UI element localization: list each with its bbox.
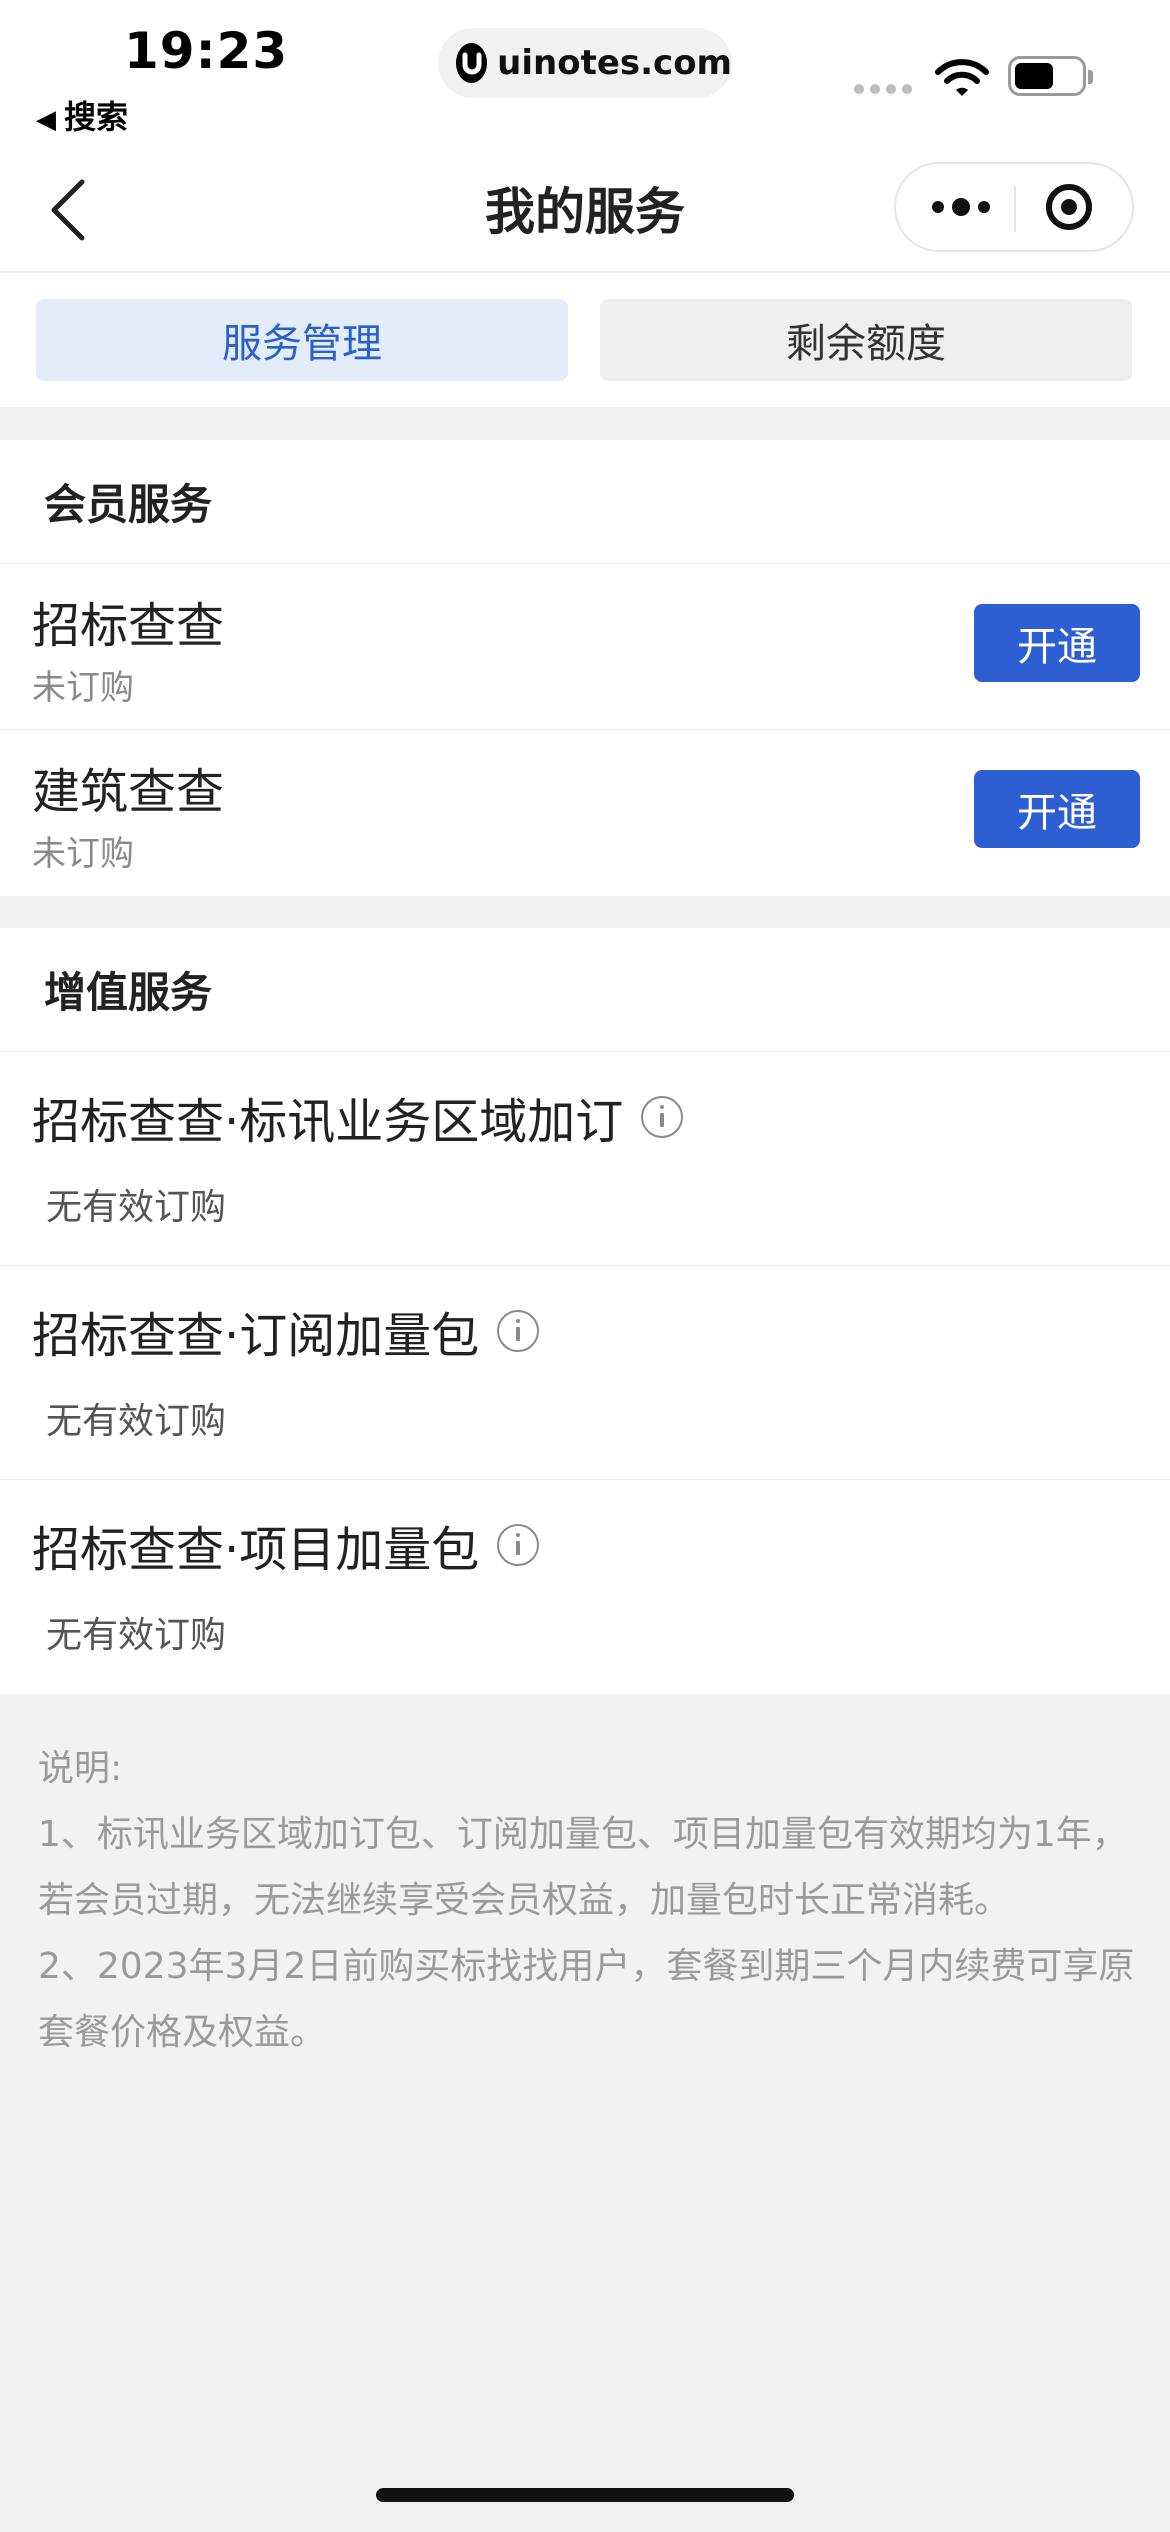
url-pill[interactable]: uinotes.com	[438, 28, 732, 98]
back-triangle-icon: ◀	[36, 105, 56, 135]
tab-service-management[interactable]: 服务管理	[36, 299, 568, 381]
section-heading: 增值服务	[0, 928, 1170, 1052]
battery-icon	[1008, 56, 1093, 96]
service-status: 无有效订购	[46, 1187, 227, 1228]
service-name: 招标查查·标讯业务区域加订	[32, 1094, 624, 1150]
service-status: 未订购	[32, 834, 134, 874]
value-added-services-section: 增值服务 招标查查·标讯业务区域加订 无有效订购 招标查查·订阅加量包 无有效订…	[0, 928, 1170, 1694]
tab-bar: 服务管理 剩余额度	[0, 273, 1170, 407]
more-dots-icon[interactable]	[926, 164, 996, 250]
info-icon[interactable]	[497, 1524, 540, 1566]
capsule-divider	[1014, 186, 1016, 232]
service-status: 无有效订购	[46, 1615, 227, 1656]
service-name: 招标查查·项目加量包	[32, 1522, 480, 1578]
open-button[interactable]: 开通	[974, 770, 1140, 848]
info-icon[interactable]	[641, 1096, 684, 1138]
service-name-wrap: 招标查查·项目加量包	[32, 1510, 540, 1580]
service-status: 无有效订购	[46, 1401, 227, 1442]
list-item: 招标查查·标讯业务区域加订 无有效订购	[0, 1052, 1170, 1266]
url-text: uinotes.com	[497, 43, 732, 83]
list-item: 招标查查·订阅加量包 无有效订购	[0, 1266, 1170, 1480]
list-item: 招标查查·项目加量包 无有效订购	[0, 1480, 1170, 1694]
list-item: 建筑查查 未订购 开通	[0, 730, 1170, 896]
member-services-section: 会员服务 招标查查 未订购 开通 建筑查查 未订购 开通	[0, 440, 1170, 896]
app-screen: 19:23 ◀ 搜索 uinotes.com 我的服务 服务管理 剩余额度 会员…	[0, 0, 1170, 2532]
nav-bar: 我的服务	[0, 150, 1170, 272]
notes-line-1: 1、标讯业务区域加订包、订阅加量包、项目加量包有效期均为1年，若会员过期，无法继…	[38, 1814, 1128, 1921]
info-icon[interactable]	[497, 1310, 540, 1352]
service-name: 招标查查·订阅加量包	[32, 1308, 480, 1364]
back-app-label: 搜索	[64, 98, 129, 136]
mini-program-capsule	[894, 162, 1134, 252]
service-status: 未订购	[32, 668, 134, 708]
notes-line-2: 2、2023年3月2日前购买标找找用户，套餐到期三个月内续费可享原套餐价格及权益…	[38, 1946, 1135, 2053]
status-bar: 19:23 ◀ 搜索 uinotes.com	[0, 0, 1170, 150]
site-logo-icon	[456, 43, 488, 83]
cellular-signal-icon	[854, 84, 912, 94]
list-item: 招标查查 未订购 开通	[0, 564, 1170, 730]
service-name-wrap: 招标查查·标讯业务区域加订	[32, 1082, 684, 1152]
service-name: 招标查查	[32, 598, 225, 654]
back-to-app-link[interactable]: ◀ 搜索	[36, 92, 128, 138]
home-indicator[interactable]	[376, 2488, 794, 2502]
target-circle-icon[interactable]	[1046, 184, 1092, 230]
wifi-icon	[934, 58, 990, 104]
status-time: 19:23	[124, 22, 289, 80]
section-heading: 会员服务	[0, 440, 1170, 564]
service-name-wrap: 招标查查·订阅加量包	[32, 1296, 540, 1366]
service-name: 建筑查查	[32, 764, 225, 820]
tab-remaining-quota[interactable]: 剩余额度	[600, 299, 1132, 381]
notes-title: 说明:	[38, 1748, 123, 1789]
open-button[interactable]: 开通	[974, 604, 1140, 682]
notes: 说明: 1、标讯业务区域加订包、订阅加量包、项目加量包有效期均为1年，若会员过期…	[38, 1736, 1138, 2066]
